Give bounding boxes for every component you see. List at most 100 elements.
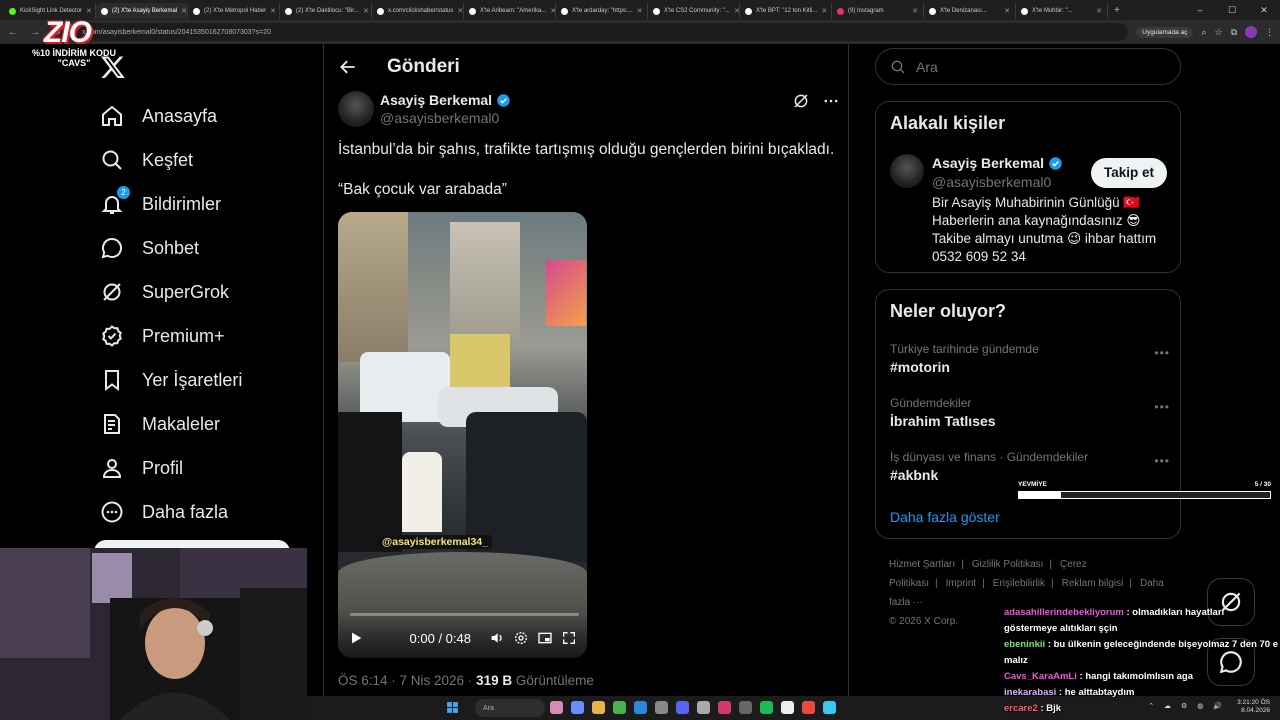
footer-link[interactable]: Erişilebilirlik xyxy=(993,578,1045,589)
close-window-icon[interactable]: ✕ xyxy=(1248,0,1280,20)
browser-tab[interactable]: X'te Muhbir: "... ✕ xyxy=(1016,3,1108,19)
sidebar-item-explore[interactable]: Keşfet xyxy=(100,138,242,182)
video-progress-bar[interactable] xyxy=(350,613,579,616)
sidebar-item-home[interactable]: Anasayfa xyxy=(100,94,242,138)
video-player[interactable]: @asayisberkemal34_ 0:00 / 0:48 xyxy=(338,212,587,658)
related-name-row[interactable]: Asayiş Berkemal xyxy=(932,155,1063,171)
taskbar-app-icon[interactable] xyxy=(676,701,689,714)
windows-start-icon[interactable] xyxy=(446,701,459,714)
show-more-link[interactable]: Daha fazla göster xyxy=(890,509,1000,525)
taskbar-app-icon[interactable] xyxy=(634,701,647,714)
tab-close-icon[interactable]: ✕ xyxy=(821,7,827,15)
sidebar-item-premium[interactable]: Premium+ xyxy=(100,314,242,358)
new-tab-icon[interactable]: + xyxy=(1108,5,1126,16)
taskbar-app-icon[interactable] xyxy=(655,701,668,714)
sidebar-item-articles[interactable]: Makaleler xyxy=(100,402,242,446)
tab-close-icon[interactable]: ✕ xyxy=(1096,7,1102,15)
related-handle[interactable]: @asayisberkemal0 xyxy=(932,174,1051,190)
sidebar-item-supergrok[interactable]: SuperGrok xyxy=(100,270,242,314)
volume-icon[interactable] xyxy=(489,630,505,646)
browser-tab[interactable]: (2) X'te Metropol Haber ✕ xyxy=(188,3,280,19)
goal-count: 5 / 30 xyxy=(1254,481,1271,488)
browser-tab[interactable]: (2) X'te Asayiş Berkemal ✕ xyxy=(96,3,188,19)
search-box[interactable]: Ara xyxy=(875,48,1181,85)
trend-item[interactable]: Gündemdekiler İbrahim Tatlıses ••• xyxy=(890,396,1170,429)
taskbar-app-icon[interactable] xyxy=(823,701,836,714)
taskbar-app-icon[interactable] xyxy=(739,701,752,714)
follow-button[interactable]: Takip et xyxy=(1091,158,1167,188)
browser-tab[interactable]: (2) X'te Daktilocu: "Bir... ✕ xyxy=(280,3,372,19)
taskbar-app-icon[interactable] xyxy=(571,701,584,714)
sidebar-item-bookmarks[interactable]: Yer İşaretleri xyxy=(100,358,242,402)
back-arrow-icon[interactable] xyxy=(338,57,358,77)
footer-link[interactable]: Imprint xyxy=(946,578,977,589)
tab-close-icon[interactable]: ✕ xyxy=(86,7,92,15)
taskbar-app-icon[interactable] xyxy=(802,701,815,714)
author-name[interactable]: Asayiş Berkemal xyxy=(380,92,492,108)
browser-tab[interactable]: X'te BPT: "12 ton Kitli... ✕ xyxy=(740,3,832,19)
browser-tab[interactable]: X'te Aribeam: "Amerika... ✕ xyxy=(464,3,556,19)
footer-link[interactable]: Gizlilik Politikası xyxy=(972,559,1044,570)
grok-icon[interactable] xyxy=(792,92,810,110)
minimize-icon[interactable]: – xyxy=(1184,0,1216,20)
url-input[interactable]: x.com/asayisberkemal0/status/20415350162… xyxy=(72,23,1129,41)
tab-close-icon[interactable]: ✕ xyxy=(457,7,463,15)
trend-more-icon[interactable]: ••• xyxy=(1154,400,1170,414)
author-avatar[interactable] xyxy=(338,91,374,127)
post-timestamp[interactable]: ÖS 6:14 · 7 Nis 2026 · xyxy=(338,673,476,688)
browser-tab[interactable]: (9) Instagram ✕ xyxy=(832,3,924,19)
tab-close-icon[interactable]: ✕ xyxy=(734,7,739,15)
related-avatar[interactable] xyxy=(890,154,924,188)
taskbar-app-icon[interactable] xyxy=(550,701,563,714)
tab-close-icon[interactable]: ✕ xyxy=(181,7,187,15)
taskbar-app-icon[interactable] xyxy=(718,701,731,714)
tab-close-icon[interactable]: ✕ xyxy=(363,7,369,15)
trend-item[interactable]: Türkiye tarihinde gündemde #motorin ••• xyxy=(890,342,1170,375)
tab-close-icon[interactable]: ✕ xyxy=(637,7,643,15)
author-name-row[interactable]: Asayiş Berkemal xyxy=(380,92,511,108)
more-options-icon[interactable] xyxy=(822,92,840,110)
tab-close-icon[interactable]: ✕ xyxy=(912,7,918,15)
browser-tab[interactable]: X'te Denizanası... ✕ xyxy=(924,3,1016,19)
sidebar-item-chat[interactable]: Sohbet xyxy=(100,226,242,270)
footer-link[interactable]: Reklam bilgisi xyxy=(1062,578,1124,589)
zoom-icon[interactable]: ⌕ xyxy=(1201,27,1206,38)
author-handle[interactable]: @asayisberkemal0 xyxy=(380,110,499,126)
browser-tab[interactable]: X'te ardarday: "https:... ✕ xyxy=(556,3,648,19)
browser-tab[interactable]: x.com/clickshaber/status ✕ xyxy=(372,3,464,19)
taskbar-app-icon[interactable] xyxy=(592,701,605,714)
tab-favicon-icon xyxy=(101,7,108,15)
taskbar-app-icon[interactable] xyxy=(697,701,710,714)
taskbar-app-icon[interactable] xyxy=(613,701,626,714)
extensions-icon[interactable]: ⧉ xyxy=(1231,27,1237,38)
open-in-app-button[interactable]: Uygulamada aç xyxy=(1136,26,1194,38)
play-icon[interactable] xyxy=(348,630,364,646)
footer-link[interactable]: Hizmet Şartları xyxy=(889,559,955,570)
sidebar-item-notifications[interactable]: 2 Bildirimler xyxy=(100,182,242,226)
browser-tab[interactable]: X'te CS2 Community: "... ✕ xyxy=(648,3,740,19)
trend-more-icon[interactable]: ••• xyxy=(1154,346,1170,360)
back-nav-icon[interactable]: ← xyxy=(6,27,20,38)
tab-favicon-icon xyxy=(377,7,384,15)
taskbar-app-icon[interactable] xyxy=(760,701,773,714)
fullscreen-icon[interactable] xyxy=(561,630,577,646)
trend-topic[interactable]: #motorin xyxy=(890,359,1170,375)
tab-close-icon[interactable]: ✕ xyxy=(1004,7,1010,15)
trend-more-icon[interactable]: ••• xyxy=(1154,454,1170,468)
trend-topic[interactable]: İbrahim Tatlıses xyxy=(890,413,1170,429)
related-name[interactable]: Asayiş Berkemal xyxy=(932,155,1044,171)
browser-profile-avatar[interactable] xyxy=(1245,26,1257,38)
chat-message: adasahillerindebekliyorum : olmadıkları … xyxy=(1004,605,1280,637)
taskbar-search[interactable]: Ara xyxy=(475,699,545,717)
star-icon[interactable]: ☆ xyxy=(1214,27,1222,38)
trend-item[interactable]: İş dünyası ve finans · Gündemdekiler #ak… xyxy=(890,450,1170,483)
sidebar-item-profile[interactable]: Profil xyxy=(100,446,242,490)
pip-icon[interactable] xyxy=(537,630,553,646)
tab-close-icon[interactable]: ✕ xyxy=(270,7,276,15)
sidebar-item-more[interactable]: Daha fazla xyxy=(100,490,242,534)
settings-icon[interactable] xyxy=(513,630,529,646)
taskbar-app-icon[interactable] xyxy=(781,701,794,714)
browser-menu-icon[interactable]: ⋮ xyxy=(1265,27,1274,38)
search-input[interactable]: Ara xyxy=(916,59,938,75)
maximize-icon[interactable]: ☐ xyxy=(1216,0,1248,20)
